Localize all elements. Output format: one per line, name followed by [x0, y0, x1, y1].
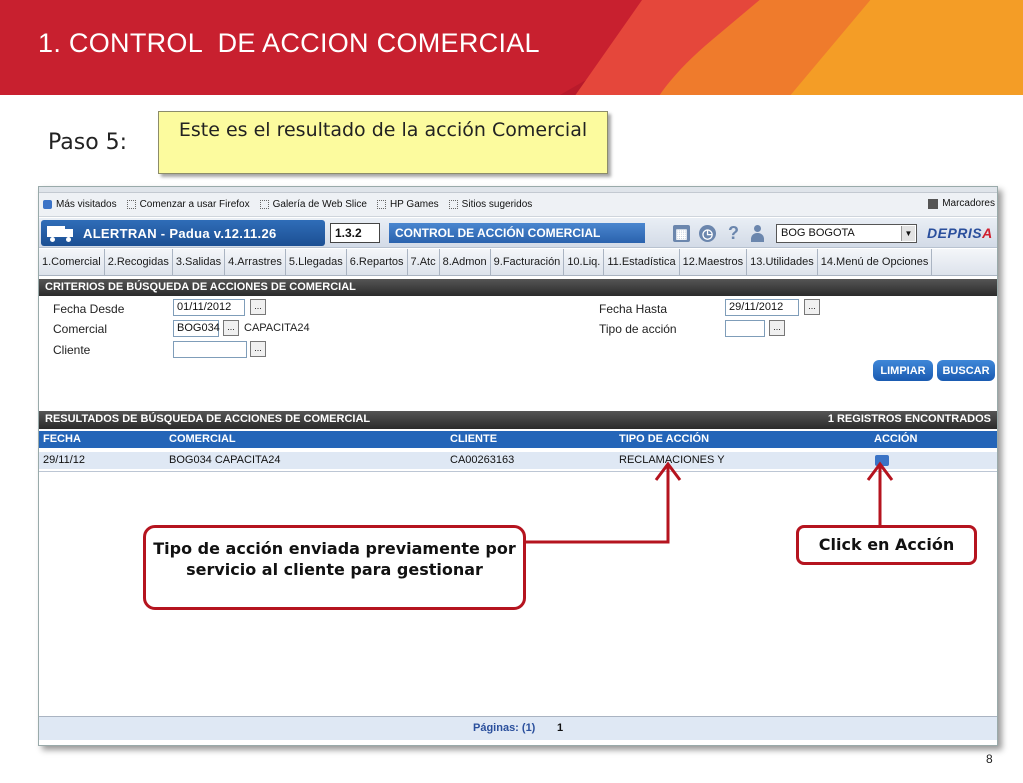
column-header-accion[interactable]: ACCIÓN — [874, 433, 917, 445]
action-icon[interactable] — [875, 455, 889, 466]
module-title: CONTROL DE ACCIÓN COMERCIAL — [389, 223, 645, 243]
menu-admon[interactable]: 8.Admon — [440, 249, 491, 275]
comercial-lookup-button[interactable]: ... — [223, 320, 239, 336]
column-header-cliente[interactable]: CLIENTE — [450, 433, 497, 445]
menu-maestros[interactable]: 12.Maestros — [680, 249, 748, 275]
bookmark-mas-visitados[interactable]: Más visitados — [43, 199, 117, 210]
app-screenshot: Más visitados Comenzar a usar Firefox Ga… — [38, 186, 998, 746]
column-header-comercial[interactable]: COMERCIAL — [169, 433, 236, 445]
comercial-label: Comercial — [53, 322, 108, 336]
bookmark-firefox[interactable]: Comenzar a usar Firefox — [126, 199, 250, 210]
menu-repartos[interactable]: 6.Repartos — [347, 249, 408, 275]
menu-utilidades[interactable]: 13.Utilidades — [747, 249, 818, 275]
fecha-desde-picker-button[interactable]: ... — [250, 299, 266, 315]
cell-tipo-accion: RECLAMACIONES Y — [619, 454, 725, 466]
column-header-fecha[interactable]: FECHA — [43, 433, 81, 445]
cell-comercial: BOG034 CAPACITA24 — [169, 454, 281, 466]
user-icon[interactable] — [749, 225, 766, 242]
slide-banner: 1. CONTROL DE ACCION COMERCIAL — [0, 0, 1023, 95]
bookmark-icon — [43, 200, 52, 209]
main-menu: 1.Comercial 2.Recogidas 3.Salidas 4.Arra… — [39, 249, 997, 276]
truck-icon — [47, 224, 75, 242]
menu-comercial[interactable]: 1.Comercial — [39, 249, 105, 275]
buscar-button[interactable]: BUSCAR — [937, 360, 995, 381]
bookmark-hp-games[interactable]: HP Games — [376, 199, 439, 210]
limpiar-button[interactable]: LIMPIAR — [873, 360, 933, 381]
app-badge: ALERTRAN - Padua v.12.11.26 — [41, 220, 325, 246]
bookmark-sitios-sugeridos[interactable]: Sitios sugeridos — [448, 199, 532, 210]
menu-facturacion[interactable]: 9.Facturación — [491, 249, 565, 275]
fecha-hasta-input[interactable]: 29/11/2012 — [725, 299, 799, 316]
results-title: RESULTADOS DE BÚSQUEDA DE ACCIONES DE CO… — [45, 413, 371, 425]
cliente-label: Cliente — [53, 343, 91, 357]
step-label: Paso 5: — [48, 130, 128, 155]
callout-tipo-accion: Tipo de acción enviada previamente por s… — [143, 525, 526, 610]
menu-llegadas[interactable]: 5.Llegadas — [286, 249, 347, 275]
module-code-field[interactable]: 1.3.2 — [330, 223, 380, 243]
bookmark-icon — [126, 200, 136, 209]
deprisa-logo: DEPRISA — [927, 225, 993, 241]
results-count: 1 REGISTROS ENCONTRADOS — [827, 413, 991, 425]
bookmark-web-slice[interactable]: Galería de Web Slice — [259, 199, 367, 210]
menu-opciones[interactable]: 14.Menú de Opciones — [818, 249, 933, 275]
cliente-input[interactable] — [173, 341, 247, 358]
step-note: Este es el resultado de la acción Comerc… — [158, 111, 608, 174]
pager: Páginas: (1) 1 — [39, 716, 997, 740]
fecha-desde-label: Fecha Desde — [53, 302, 125, 316]
bookmark-icon — [448, 200, 458, 209]
bookmark-icon — [259, 200, 269, 209]
cell-cliente: CA00263163 — [450, 454, 515, 466]
table-row[interactable]: 29/11/12 BOG034 CAPACITA24 CA00263163 RE… — [39, 452, 997, 469]
menu-atc[interactable]: 7.Atc — [408, 249, 440, 275]
city-select[interactable]: BOG BOGOTA ▼ — [776, 224, 917, 243]
criteria-section-title: CRITERIOS DE BÚSQUEDA DE ACCIONES DE COM… — [39, 279, 997, 296]
app-header: ALERTRAN - Padua v.12.11.26 1.3.2 CONTRO… — [39, 218, 997, 248]
fecha-hasta-picker-button[interactable]: ... — [804, 299, 820, 315]
fecha-desde-input[interactable]: 01/11/2012 — [173, 299, 245, 316]
app-name: ALERTRAN - Padua v.12.11.26 — [83, 225, 277, 241]
cliente-lookup-button[interactable]: ... — [250, 341, 266, 357]
fecha-hasta-label: Fecha Hasta — [599, 302, 668, 316]
cell-fecha: 29/11/12 — [43, 454, 86, 466]
star-icon — [928, 198, 939, 209]
calendar-icon[interactable]: ▦ — [673, 225, 690, 242]
tipo-accion-input[interactable] — [725, 320, 765, 337]
pager-page-1[interactable]: 1 — [557, 722, 563, 734]
menu-liq[interactable]: 10.Liq. — [564, 249, 605, 275]
menu-arrastres[interactable]: 4.Arrastres — [225, 249, 286, 275]
tipo-accion-label: Tipo de acción — [599, 322, 677, 336]
menu-recogidas[interactable]: 2.Recogidas — [105, 249, 173, 275]
bookmarks-menu[interactable]: Marcadores — [928, 198, 995, 209]
slide-title: 1. CONTROL DE ACCION COMERCIAL — [38, 28, 540, 58]
comercial-name: CAPACITA24 — [244, 322, 310, 334]
callout-click-accion: Click en Acción — [796, 525, 977, 565]
clock-icon[interactable]: ◷ — [699, 225, 716, 242]
bookmark-icon — [376, 200, 386, 209]
tipo-accion-lookup-button[interactable]: ... — [769, 320, 785, 336]
column-header-tipo-accion[interactable]: TIPO DE ACCIÓN — [619, 433, 709, 445]
page-number: 8 — [986, 752, 993, 766]
results-section-title: RESULTADOS DE BÚSQUEDA DE ACCIONES DE CO… — [39, 411, 997, 429]
results-table-header: FECHA COMERCIAL CLIENTE TIPO DE ACCIÓN A… — [39, 431, 997, 448]
pager-label: Páginas: (1) — [473, 722, 536, 734]
menu-estadistica[interactable]: 11.Estadística — [604, 249, 680, 275]
menu-salidas[interactable]: 3.Salidas — [173, 249, 226, 275]
comercial-input[interactable]: BOG034 — [173, 320, 220, 337]
chevron-down-icon[interactable]: ▼ — [901, 226, 915, 241]
bookmarks-bar: Más visitados Comenzar a usar Firefox Ga… — [39, 193, 997, 217]
help-icon[interactable]: ? — [725, 223, 742, 243]
